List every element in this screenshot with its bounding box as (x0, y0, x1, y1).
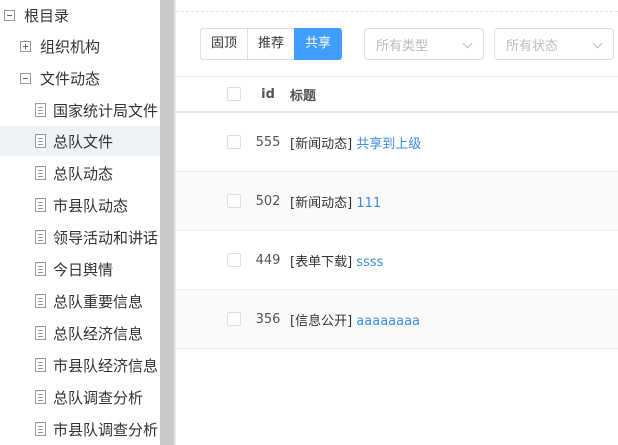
table-row: 356 [信息公开] aaaaaaaa (176, 290, 618, 349)
tree-item[interactable]: 今日舆情 (0, 254, 160, 284)
tree-item[interactable]: 总队经济信息 (0, 318, 160, 348)
row-title-link[interactable]: ssss (356, 255, 383, 270)
tree-node-label: 根目录 (24, 6, 70, 25)
document-icon (35, 166, 46, 180)
document-icon (35, 134, 46, 148)
article-table: id 标题 555 [新闻动态] 共享到上级 502 [新闻动态] 111 44… (176, 76, 618, 349)
row-title-link[interactable]: 共享到上级 (356, 137, 421, 152)
tree-item-label: 市县队动态 (53, 196, 129, 215)
divider (176, 11, 618, 12)
tree-item-label: 总队重要信息 (53, 292, 144, 311)
tree-node-docs[interactable]: 文件动态 (0, 63, 160, 93)
document-icon (35, 294, 46, 308)
tree-item[interactable]: 总队调查分析 (0, 382, 160, 412)
document-icon (35, 230, 46, 244)
table-row: 555 [新闻动态] 共享到上级 (176, 113, 618, 172)
tree-item-label: 国家统计局文件 (53, 101, 159, 120)
tree-item-label: 总队动态 (53, 164, 114, 183)
tree-item[interactable]: 总队重要信息 (0, 286, 160, 316)
category-tree: 根目录 组织机构 文件动态 国家统计局文件 总队文件 总队动态 市县队动态 领导… (0, 0, 160, 445)
tree-item-label: 市县队经济信息 (53, 356, 159, 375)
tree-node-root[interactable]: 根目录 (0, 0, 160, 30)
chevron-down-icon (592, 38, 603, 49)
row-title-link[interactable]: 111 (356, 196, 381, 211)
tree-item[interactable]: 市县队调查分析 (0, 414, 160, 444)
tree-item[interactable]: 国家统计局文件 (0, 95, 160, 125)
document-icon (35, 326, 46, 340)
chevron-down-icon (462, 38, 473, 49)
document-icon (35, 390, 46, 404)
row-category: [新闻动态] (290, 136, 353, 152)
select-all-checkbox[interactable] (227, 87, 241, 101)
row-title-cell: [新闻动态] 111 (290, 192, 381, 211)
tree-scrollbar[interactable] (160, 0, 174, 445)
tree-item[interactable]: 市县队动态 (0, 190, 160, 220)
collapse-icon[interactable] (20, 72, 31, 84)
collapse-icon[interactable] (4, 9, 15, 21)
document-icon (35, 198, 46, 212)
recommend-button[interactable]: 推荐 (247, 28, 296, 60)
row-checkbox[interactable] (227, 194, 241, 208)
column-header-title: 标题 (290, 88, 317, 104)
row-id: 356 (255, 311, 281, 327)
tree-node-org[interactable]: 组织机构 (0, 31, 160, 61)
row-checkbox[interactable] (227, 253, 241, 267)
table-row: 449 [表单下载] ssss (176, 231, 618, 290)
status-select-placeholder: 所有状态 (506, 38, 559, 54)
action-button-group: 固顶 推荐 共享 (200, 28, 343, 60)
tree-item-label: 市县队调查分析 (53, 420, 159, 439)
status-select[interactable]: 所有状态 (494, 28, 614, 60)
table-row: 502 [新闻动态] 111 (176, 172, 618, 231)
tree-item-label: 总队文件 (53, 132, 114, 151)
row-id: 449 (255, 252, 281, 268)
row-id: 555 (255, 134, 281, 150)
row-category: [表单下载] (290, 254, 353, 270)
tree-item-label: 总队经济信息 (53, 324, 144, 343)
document-icon (35, 103, 46, 117)
tree-item-label: 总队调查分析 (53, 388, 144, 407)
tree-item-label: 今日舆情 (53, 260, 114, 279)
row-title-cell: [信息公开] aaaaaaaa (290, 310, 420, 329)
row-checkbox[interactable] (227, 312, 241, 326)
row-id: 502 (255, 193, 281, 209)
type-select[interactable]: 所有类型 (364, 28, 484, 60)
row-category: [信息公开] (290, 313, 353, 329)
tree-node-label: 组织机构 (40, 37, 101, 56)
row-checkbox[interactable] (227, 135, 241, 149)
tree-item-selected[interactable]: 总队文件 (0, 126, 160, 156)
row-category: [新闻动态] (290, 195, 353, 211)
tree-item[interactable]: 总队动态 (0, 158, 160, 188)
tree-item[interactable]: 市县队经济信息 (0, 350, 160, 380)
row-title-cell: [新闻动态] 共享到上级 (290, 133, 421, 152)
tree-item[interactable]: 领导活动和讲话 (0, 222, 160, 252)
document-icon (35, 358, 46, 372)
share-button[interactable]: 共享 (294, 28, 343, 60)
type-select-placeholder: 所有类型 (376, 38, 429, 54)
row-title-link[interactable]: aaaaaaaa (356, 314, 420, 329)
document-icon (35, 422, 46, 436)
pin-button[interactable]: 固顶 (200, 28, 249, 60)
expand-icon[interactable] (20, 40, 31, 52)
document-icon (35, 262, 46, 276)
table-header: id 标题 (176, 76, 618, 113)
row-title-cell: [表单下载] ssss (290, 251, 383, 270)
column-header-id: id (261, 86, 275, 102)
tree-item-label: 领导活动和讲话 (53, 228, 159, 247)
tree-node-label: 文件动态 (40, 69, 101, 88)
content-panel: 固顶 推荐 共享 所有类型 所有状态 id 标题 555 [新闻动态] 共享到上… (176, 0, 618, 445)
